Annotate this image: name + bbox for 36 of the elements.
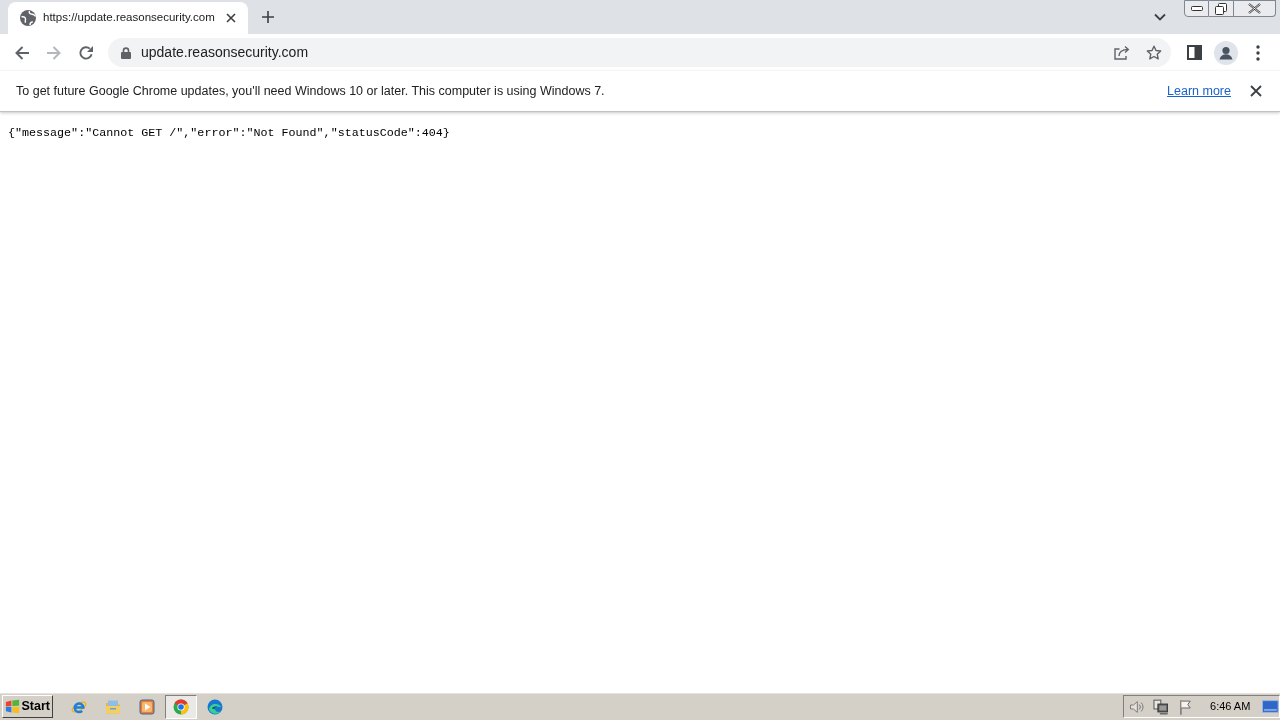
globe-icon [20, 10, 36, 26]
start-button[interactable]: Start [2, 695, 53, 718]
play-icon [139, 698, 155, 715]
restore-icon [1215, 2, 1227, 15]
network-icon[interactable] [1152, 698, 1169, 715]
speaker-icon[interactable] [1129, 698, 1145, 715]
close-icon[interactable] [1250, 85, 1262, 97]
plus-icon[interactable] [262, 11, 274, 23]
folder-icon [105, 698, 121, 715]
desktop-icon[interactable] [1262, 700, 1279, 713]
flag-icon[interactable] [1178, 698, 1194, 715]
minimize-button[interactable] [1184, 0, 1209, 17]
star-icon[interactable] [1146, 44, 1162, 61]
side-panel-icon[interactable] [1186, 45, 1202, 60]
infobar-message: To get future Google Chrome updates, you'll need Windows 10 or later. This computer is using Windows 7. [16, 82, 605, 100]
json-response-text: {"message":"Cannot GET /","error":"Not Found","statusCode":404} [7, 125, 451, 142]
chevron-down-icon[interactable] [1154, 13, 1166, 21]
back-arrow-icon[interactable] [14, 44, 30, 61]
close-window-button[interactable] [1234, 0, 1276, 17]
close-icon[interactable] [226, 13, 236, 23]
share-icon[interactable] [1114, 45, 1130, 60]
avatar-icon[interactable] [1214, 40, 1238, 65]
address-field[interactable]: update.reasonsecurity.com [108, 38, 1171, 67]
close-icon [1248, 3, 1261, 14]
swirl-icon [207, 698, 223, 715]
ring-logo-icon [173, 698, 189, 715]
flag-logo-icon [5, 699, 21, 714]
browser-tab[interactable]: https://update.reasonsecurity.com [8, 2, 248, 34]
learn-more-link[interactable]: Learn more [1167, 81, 1231, 101]
taskbar-button[interactable] [165, 694, 197, 719]
lock-icon [121, 46, 131, 59]
restore-button[interactable] [1209, 0, 1234, 17]
minimize-icon [1190, 6, 1203, 11]
more-menu-icon[interactable] [1256, 44, 1260, 61]
clock-text[interactable]: 6:46 AM [1210, 698, 1251, 715]
reload-icon[interactable] [78, 44, 94, 61]
